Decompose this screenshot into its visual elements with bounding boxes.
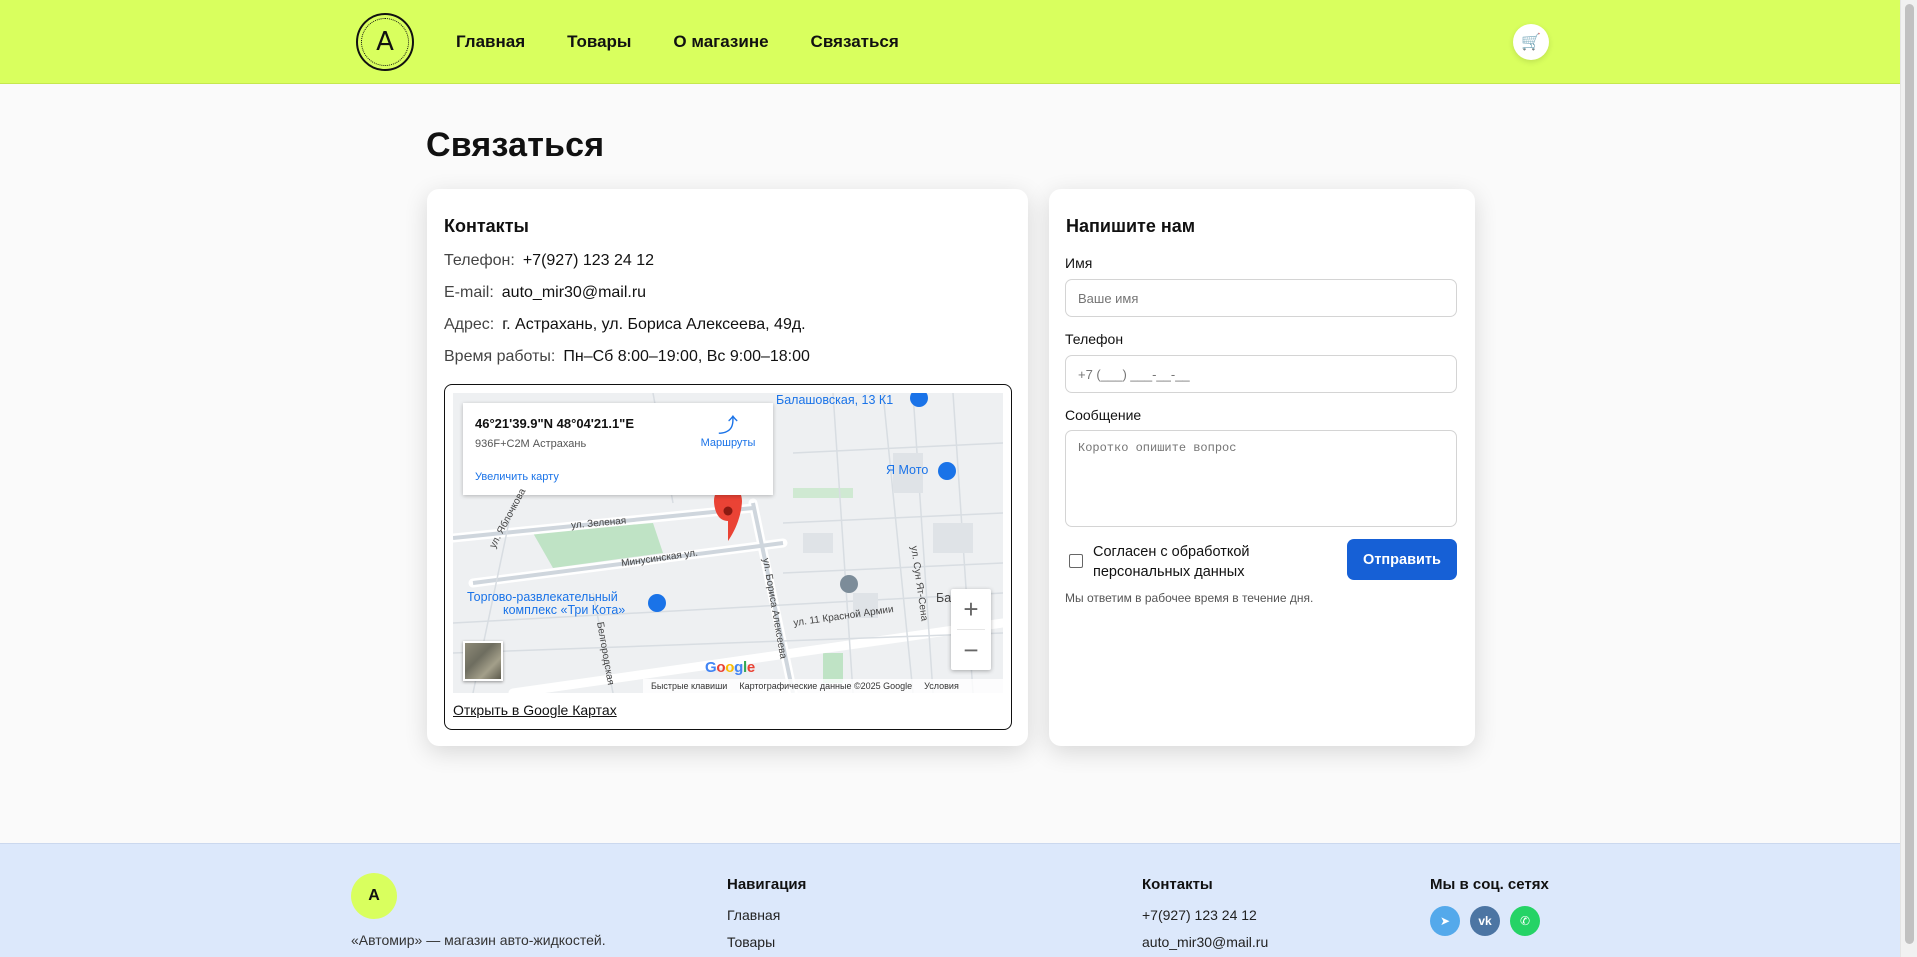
- map-shortcuts-link[interactable]: Быстрые клавиши: [651, 681, 727, 691]
- map-frame: 46°21'39.9"N 48°04'21.1"E 936F+C2M Астра…: [444, 384, 1012, 730]
- contact-label: Адрес:: [444, 316, 495, 333]
- enlarge-map-link[interactable]: Увеличить карту: [475, 471, 559, 483]
- form-note: Мы ответим в рабочее время в течение дня…: [1065, 591, 1314, 605]
- google-logo: Google: [705, 659, 755, 676]
- form-title: Напишите нам: [1066, 216, 1196, 236]
- contact-value: Пн–Сб 8:00–19:00, Вс 9:00–18:00: [563, 348, 810, 365]
- contact-address: Адрес: г. Астрахань, ул. Бориса Алексеева…: [444, 316, 806, 334]
- footer-contacts-title: Контакты: [1142, 876, 1213, 893]
- footer-description: «Автомир» — магазин авто-жидкостей.: [351, 932, 606, 948]
- map-label-trc-line2: комплекс «Три Кота»: [503, 603, 626, 617]
- cart-button[interactable]: 🛒: [1513, 24, 1549, 60]
- message-label: Сообщение: [1065, 407, 1142, 423]
- scrollbar-thumb[interactable]: [1905, 4, 1914, 944]
- page-title: Связаться: [426, 126, 605, 164]
- main-nav: Главная Товары О магазине Связаться: [456, 32, 899, 52]
- contacts-card: Контакты Телефон: +7(927) 123 24 12 E-mai…: [427, 189, 1028, 746]
- vk-icon[interactable]: vk: [1470, 906, 1500, 936]
- footer-link-home[interactable]: Главная: [727, 907, 780, 923]
- footer-social-title: Мы в соц. сетях: [1430, 876, 1549, 893]
- map-terms-link[interactable]: Условия: [924, 681, 959, 691]
- map-label-ya-moto: Я Мото: [886, 463, 929, 477]
- map-data-credit: Картографические данные ©2025 Google: [739, 681, 913, 691]
- footer-logo[interactable]: A: [351, 873, 397, 919]
- map-coordinates: 46°21'39.9"N 48°04'21.1"E: [475, 416, 635, 431]
- phone-label: Телефон: [1065, 331, 1124, 347]
- nav-link-contact[interactable]: Связаться: [811, 32, 899, 52]
- nav-link-products[interactable]: Товары: [567, 32, 631, 52]
- message-textarea[interactable]: [1065, 430, 1457, 527]
- site-footer: A «Автомир» — магазин авто-жидкостей. На…: [0, 843, 1900, 957]
- nav-link-about[interactable]: О магазине: [673, 32, 768, 52]
- site-header: A Главная Товары О магазине Связаться 🛒: [0, 0, 1900, 84]
- footer-email[interactable]: auto_mir30@mail.ru: [1142, 934, 1268, 950]
- contact-value: +7(927) 123 24 12: [522, 252, 655, 269]
- name-label: Имя: [1065, 255, 1093, 271]
- map-plus-code: 936F+C2M Астрахань: [475, 438, 587, 450]
- cart-icon: 🛒: [1521, 34, 1541, 51]
- routes-label: Маршруты: [700, 437, 756, 449]
- footer-phone[interactable]: +7(927) 123 24 12: [1142, 907, 1257, 923]
- contact-label: Время работы:: [444, 348, 556, 365]
- directions-icon: ⤴: [718, 415, 738, 437]
- map-info-card: 46°21'39.9"N 48°04'21.1"E 936F+C2M Астра…: [463, 403, 773, 495]
- contact-phone: Телефон: +7(927) 123 24 12: [444, 252, 654, 270]
- map-label-trc-line1: Торгово-развлекательный: [467, 590, 618, 604]
- contact-email: E-mail: auto_mir30@mail.ru: [444, 284, 646, 302]
- contacts-title: Контакты: [444, 216, 529, 236]
- map-label-balashovskaya: Балашовская, 13 К1: [776, 393, 894, 407]
- nav-link-home[interactable]: Главная: [456, 32, 525, 52]
- map-canvas[interactable]: 46°21'39.9"N 48°04'21.1"E 936F+C2M Астра…: [453, 393, 1003, 693]
- contact-form-card: Напишите нам Имя Телефон Сообщение Согла…: [1049, 189, 1475, 746]
- map-attribution: Быстрые клавиши Картографические данные …: [643, 679, 1003, 693]
- site-logo[interactable]: A: [356, 13, 414, 71]
- routes-button[interactable]: ⤴ Маршруты: [693, 415, 763, 449]
- contact-value: г. Астрахань, ул. Бориса Алексеева, 49д.: [502, 316, 806, 333]
- contact-value: auto_mir30@mail.ru: [501, 284, 647, 301]
- consent-label: Согласен с обработкой персональных данны…: [1093, 544, 1250, 580]
- footer-nav-title: Навигация: [727, 876, 807, 893]
- footer-link-products[interactable]: Товары: [727, 934, 775, 950]
- submit-button[interactable]: Отправить: [1347, 539, 1457, 580]
- name-input[interactable]: [1065, 279, 1457, 317]
- whatsapp-icon[interactable]: ✆: [1510, 906, 1540, 936]
- map-label-ba: Ба: [936, 591, 952, 605]
- map-zoom-controls: + −: [951, 589, 991, 670]
- contact-label: E-mail:: [444, 284, 494, 301]
- zoom-in-button[interactable]: +: [951, 589, 991, 629]
- zoom-out-button[interactable]: −: [951, 630, 991, 670]
- satellite-toggle[interactable]: [463, 641, 503, 681]
- telegram-icon[interactable]: ➤: [1430, 906, 1460, 936]
- consent-checkbox[interactable]: [1069, 554, 1083, 568]
- open-google-maps-link[interactable]: Открыть в Google Картах: [453, 702, 617, 718]
- contact-hours: Время работы: Пн–Сб 8:00–19:00, Вс 9:00–1…: [444, 348, 810, 366]
- contact-label: Телефон:: [444, 252, 515, 269]
- page-scrollbar[interactable]: [1900, 0, 1917, 957]
- phone-input[interactable]: [1065, 355, 1457, 393]
